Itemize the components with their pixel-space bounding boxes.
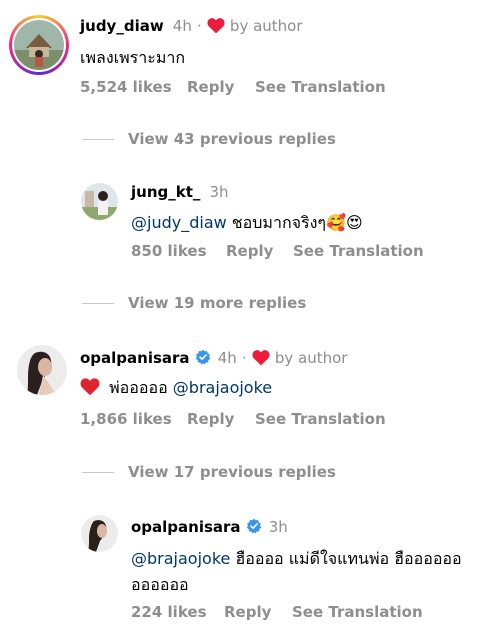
avatar[interactable] — [81, 183, 118, 220]
comment-text: @judy_diaw ชอบมากจริงๆ🥰😍 — [131, 211, 363, 236]
replies-divider-line — [82, 139, 114, 140]
avatar[interactable] — [14, 20, 64, 70]
see-translation-button[interactable]: See Translation — [255, 78, 386, 96]
heart-icon — [252, 349, 270, 370]
comment-text: เพลงเพราะมาก — [80, 48, 186, 67]
mention-link[interactable]: @brajaojoke — [173, 378, 272, 397]
mention-link[interactable]: @judy_diaw — [131, 213, 227, 232]
mention-link[interactable]: @brajaojoke — [131, 549, 230, 568]
comment-body: พ่อออออ — [109, 378, 168, 397]
verified-badge-icon — [246, 518, 262, 538]
see-translation-button[interactable]: See Translation — [292, 603, 423, 621]
username[interactable]: judy_diaw — [80, 17, 164, 35]
comment-header: opalpanisara 4h · by author — [80, 348, 347, 370]
view-more-replies-button[interactable]: View 19 more replies — [128, 294, 306, 312]
comment-header: judy_diaw 4h · by author — [80, 16, 303, 38]
username[interactable]: opalpanisara — [131, 518, 241, 536]
red-heart-emoji — [80, 377, 100, 400]
timestamp: 3h — [209, 183, 229, 201]
comment-body-continued: ออออออ — [131, 575, 189, 594]
reply-button[interactable]: Reply — [226, 242, 273, 260]
heart-icon — [207, 17, 225, 38]
username[interactable]: opalpanisara — [80, 349, 190, 367]
emoji-group: 🥰😍 — [326, 213, 363, 232]
comment-header: opalpanisara 3h — [131, 517, 288, 538]
reply-button[interactable]: Reply — [187, 410, 234, 428]
like-count[interactable]: 1,866 likes — [80, 410, 172, 428]
reply-button[interactable]: Reply — [224, 603, 271, 621]
timestamp: 4h — [172, 17, 192, 35]
comment-body: ฮืออออ แม่ดีใจแทนพ่อ ฮืออออออ — [235, 549, 462, 568]
reply-button[interactable]: Reply — [187, 78, 234, 96]
like-count[interactable]: 5,524 likes — [80, 78, 172, 96]
comment-body: ชอบมากจริงๆ — [231, 213, 327, 232]
separator-dot: · — [196, 17, 202, 35]
see-translation-button[interactable]: See Translation — [255, 410, 386, 428]
like-count[interactable]: 850 likes — [131, 242, 207, 260]
see-translation-button[interactable]: See Translation — [293, 242, 424, 260]
like-count[interactable]: 224 likes — [131, 603, 207, 621]
timestamp: 3h — [268, 518, 288, 536]
liked-by-author-label: by author — [274, 349, 348, 367]
view-previous-replies-button[interactable]: View 17 previous replies — [128, 463, 336, 481]
story-ring[interactable] — [9, 15, 69, 75]
verified-badge-icon — [195, 349, 211, 369]
liked-by-author-label: by author — [229, 17, 303, 35]
avatar[interactable] — [17, 345, 67, 395]
view-previous-replies-button[interactable]: View 43 previous replies — [128, 130, 336, 148]
replies-divider-line — [82, 472, 114, 473]
comment-text: พ่อออออ @brajaojoke — [80, 376, 272, 401]
separator-dot: · — [241, 349, 247, 367]
timestamp: 4h — [217, 349, 237, 367]
replies-divider-line — [82, 303, 114, 304]
comment-header: jung_kt_ 3h — [131, 182, 229, 201]
username[interactable]: jung_kt_ — [131, 183, 200, 201]
avatar[interactable] — [81, 515, 118, 552]
comment-text: @brajaojoke ฮืออออ แม่ดีใจแทนพ่อ ฮือออออ… — [131, 546, 491, 598]
